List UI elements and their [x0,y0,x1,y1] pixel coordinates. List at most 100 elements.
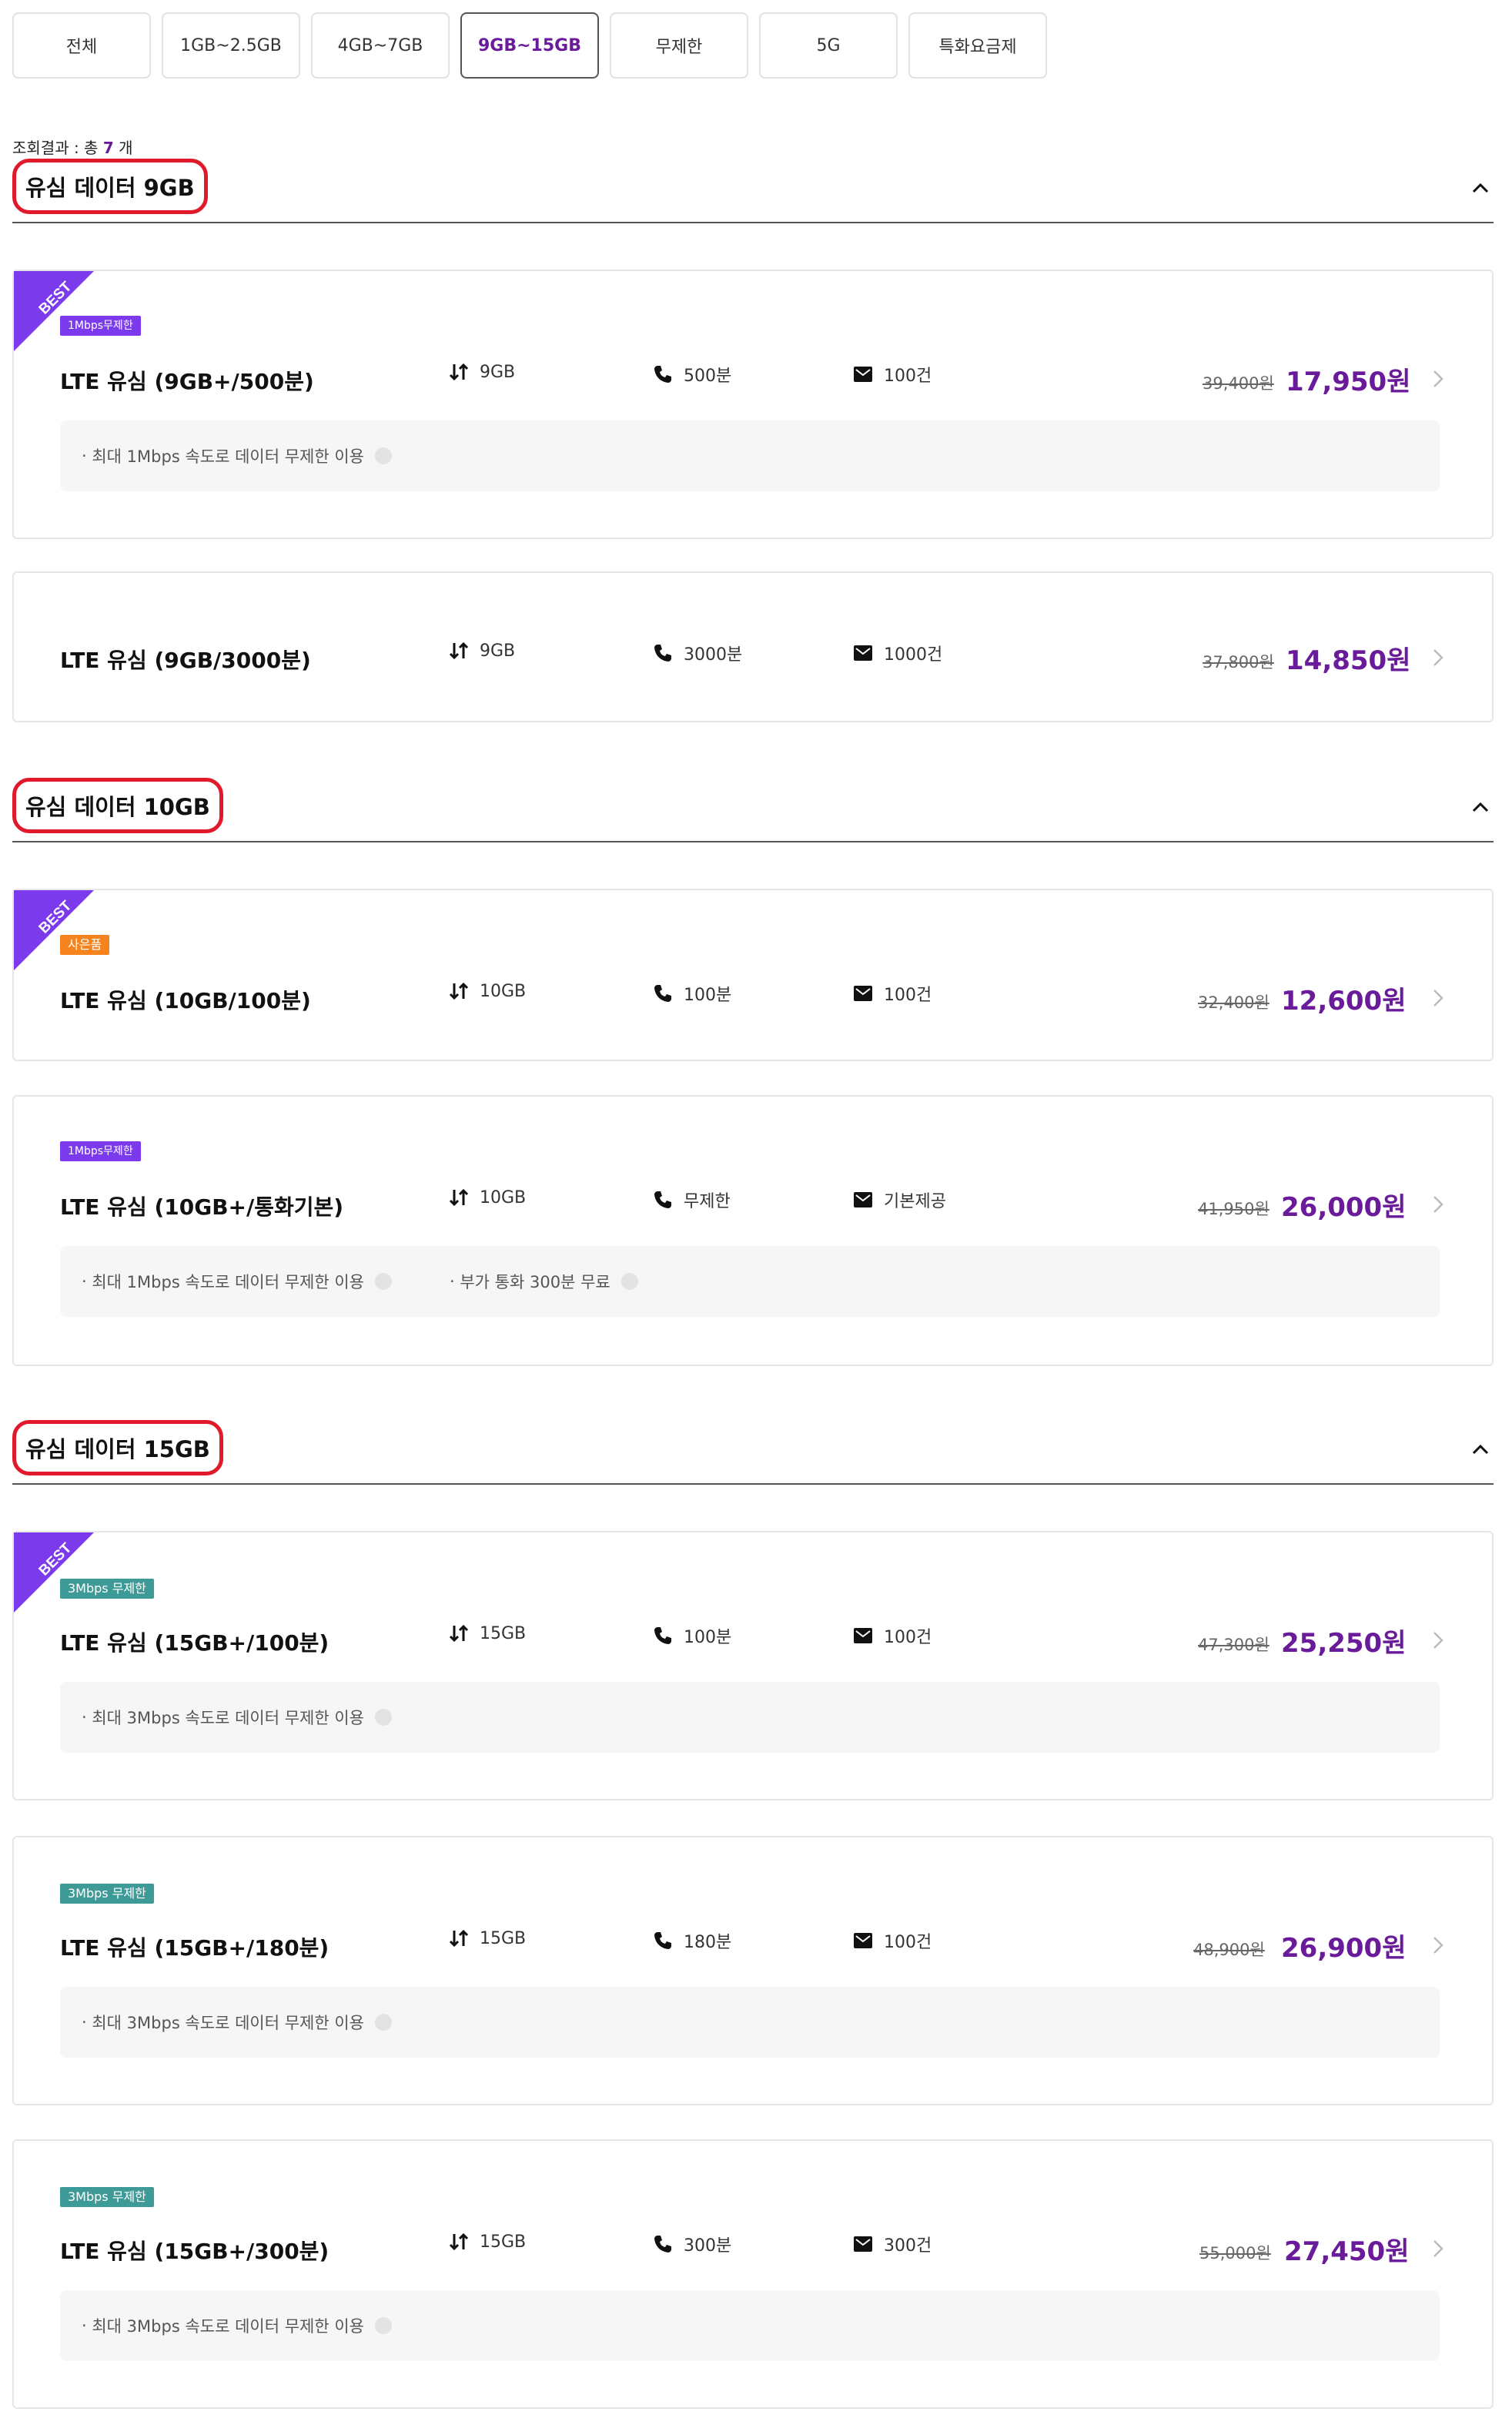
info-icon[interactable] [374,1273,392,1290]
best-ribbon: BEST [14,890,94,970]
description-text: 최대 1Mbps 속도로 데이터 무제한 이용 [92,1273,364,1291]
plan-badge: 3Mbps 무제한 [60,1884,154,1904]
plan-badge: 사은품 [60,935,110,955]
sms-amount: 기본제공 [884,1192,946,1211]
description-box: · 최대 3Mbps 속도로 데이터 무제한 이용 [60,1987,1440,2058]
mail-icon [854,986,872,1001]
sms-amount: 1000건 [884,645,943,665]
tab-5g[interactable]: 5G [759,12,898,79]
chevron-up-icon[interactable] [1469,177,1492,200]
tab-unlimited[interactable]: 무제한 [610,12,748,79]
chevron-right-icon[interactable] [1430,2238,1446,2259]
bullet: · [450,1272,460,1291]
sms-spec: 100건 [853,1928,932,1953]
voice-amount: 300분 [684,2236,732,2256]
phone-icon [654,366,671,383]
plan-card[interactable]: LTE 유심 (9GB/3000분) 9GB 3000분 1000건 37,80… [12,571,1494,722]
voice-amount: 무제한 [684,1192,731,1211]
plan-card[interactable]: BEST 1Mbps무제한 LTE 유심 (9GB+/500분) 9GB 500… [12,270,1494,539]
data-amount: 9GB [480,362,516,382]
voice-amount: 3000분 [684,645,743,665]
sms-spec: 100건 [853,1623,932,1648]
data-transfer-icon [449,363,469,381]
description-text: 최대 3Mbps 속도로 데이터 무제한 이용 [92,1709,364,1727]
plan-price: 17,950원 [1286,367,1411,397]
plan-name: LTE 유심 (15GB+/300분) [60,2239,329,2264]
chevron-right-icon[interactable] [1430,647,1446,668]
chevron-right-icon[interactable] [1430,1630,1446,1651]
plan-name: LTE 유심 (10GB/100분) [60,988,311,1013]
section-header-9gb[interactable]: 유심 데이터 9GB [12,159,1494,223]
mail-icon [854,1933,872,1948]
description-item: · 최대 1Mbps 속도로 데이터 무제한 이용 [82,420,392,491]
voice-spec: 100분 [653,981,731,1006]
info-icon[interactable] [621,1273,638,1290]
description-text: 최대 3Mbps 속도로 데이터 무제한 이용 [92,2317,364,2336]
bullet: · [82,447,92,465]
original-price: 32,400원 [1198,993,1269,1012]
data-amount: 15GB [480,2232,527,2252]
info-icon[interactable] [374,1709,392,1726]
plan-card[interactable]: BEST 사은품 LTE 유심 (10GB/100분) 10GB 100분 10… [12,889,1494,1061]
data-spec: 9GB [449,362,515,382]
original-price: 41,950원 [1198,1200,1269,1218]
voice-amount: 100분 [684,1628,732,1647]
result-unit: 개 [113,139,133,157]
chevron-up-icon[interactable] [1469,1439,1492,1462]
voice-amount: 180분 [684,1933,732,1952]
description-box: · 최대 1Mbps 속도로 데이터 무제한 이용 · 부가 통화 300분 무… [60,1246,1440,1317]
chevron-right-icon[interactable] [1430,987,1446,1009]
chevron-right-icon[interactable] [1430,1934,1446,1956]
mail-icon [854,367,872,382]
data-transfer-icon [449,2232,469,2251]
data-spec: 15GB [449,1928,526,1948]
data-spec: 15GB [449,2232,526,2252]
sms-amount: 100건 [884,986,932,1005]
sms-amount: 100건 [884,1628,932,1647]
phone-icon [654,985,671,1002]
plan-card[interactable]: 3Mbps 무제한 LTE 유심 (15GB+/180분) 15GB 180분 … [12,1836,1494,2105]
plan-name: LTE 유심 (9GB+/500분) [60,369,314,394]
chevron-up-icon[interactable] [1469,796,1492,819]
best-ribbon: BEST [14,1532,94,1613]
tab-1gb-2-5gb[interactable]: 1GB~2.5GB [162,12,300,79]
sms-spec: 1000건 [853,641,942,665]
info-icon[interactable] [374,447,392,464]
voice-spec: 180분 [653,1928,731,1953]
data-amount: 10GB [480,1187,527,1207]
description-box: · 최대 3Mbps 속도로 데이터 무제한 이용 [60,2290,1440,2361]
tab-4gb-7gb[interactable]: 4GB~7GB [311,12,450,79]
voice-spec: 무제한 [653,1187,731,1212]
plan-price: 26,000원 [1281,1192,1407,1223]
data-amount: 15GB [480,1928,527,1948]
info-icon[interactable] [374,2014,392,2031]
original-price: 47,300원 [1198,1636,1269,1654]
plan-card[interactable]: 1Mbps무제한 LTE 유심 (10GB+/통화기본) 10GB 무제한 기본… [12,1095,1494,1366]
data-spec: 9GB [449,641,515,661]
description-box: · 최대 3Mbps 속도로 데이터 무제한 이용 [60,1682,1440,1753]
plan-card[interactable]: 3Mbps 무제한 LTE 유심 (15GB+/300분) 15GB 300분 … [12,2139,1494,2409]
tab-all[interactable]: 전체 [12,12,151,79]
section-header-10gb[interactable]: 유심 데이터 10GB [12,778,1494,842]
chevron-right-icon[interactable] [1430,368,1446,390]
tab-9gb-15gb[interactable]: 9GB~15GB [460,12,599,79]
section-header-15gb[interactable]: 유심 데이터 15GB [12,1420,1494,1485]
voice-spec: 500분 [653,362,731,387]
voice-spec: 300분 [653,2232,731,2256]
plan-card[interactable]: BEST 3Mbps 무제한 LTE 유심 (15GB+/100분) 15GB … [12,1531,1494,1800]
info-icon[interactable] [374,2317,392,2334]
plan-badge: 1Mbps무제한 [60,1141,141,1161]
voice-amount: 500분 [684,367,732,386]
chevron-right-icon[interactable] [1430,1194,1446,1215]
result-count: 조회결과 : 총 7 개 [12,136,133,158]
phone-icon [654,1627,671,1644]
sms-amount: 100건 [884,367,932,386]
phone-icon [654,1191,671,1208]
filter-tabs: 전체 1GB~2.5GB 4GB~7GB 9GB~15GB 무제한 5G 특화요… [12,12,1047,79]
sms-spec: 300건 [853,2232,932,2256]
tab-special-plans[interactable]: 특화요금제 [908,12,1047,79]
plan-name: LTE 유심 (15GB+/180분) [60,1935,329,1961]
description-box: · 최대 1Mbps 속도로 데이터 무제한 이용 [60,420,1440,491]
voice-spec: 3000분 [653,641,742,665]
mail-icon [854,2236,872,2252]
